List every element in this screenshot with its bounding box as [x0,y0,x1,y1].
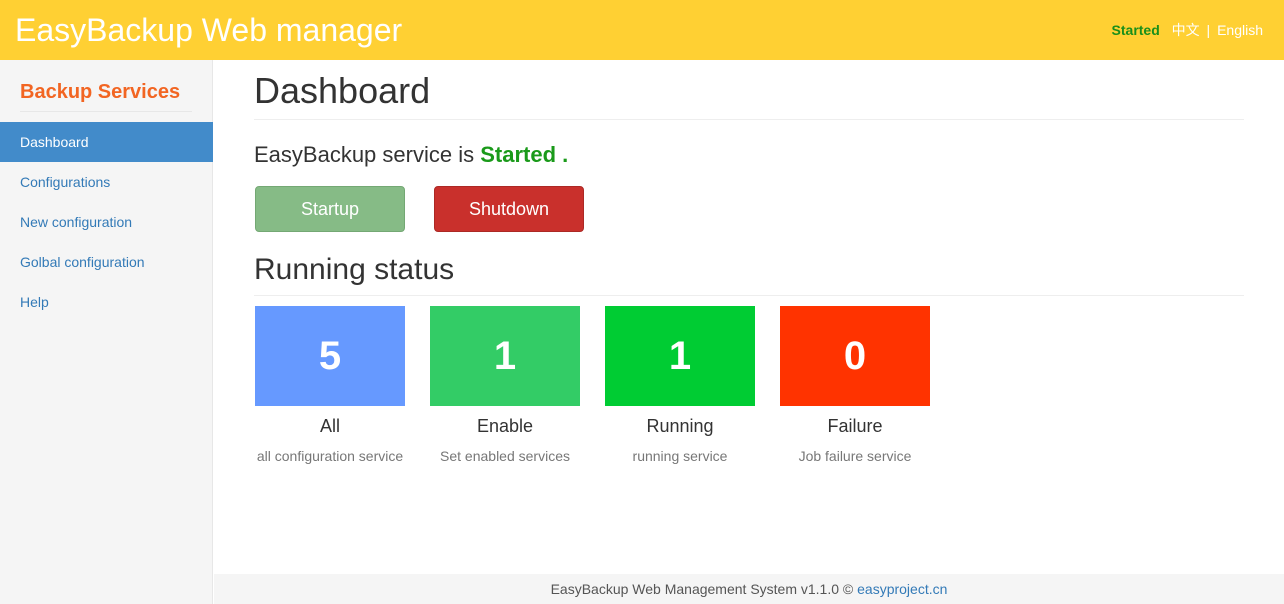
lang-english-link[interactable]: English [1217,22,1263,38]
footer-text: EasyBackup Web Management System v1.1.0 … [550,581,854,597]
stat-value-all: 5 [255,306,405,406]
stat-label-failure: Failure [827,416,883,436]
section-divider [254,295,1244,296]
stat-desc-enable: Set enabled services [440,448,570,464]
footer: EasyBackup Web Management System v1.1.0 … [214,574,1284,604]
sidebar-divider [20,111,192,112]
stat-desc-all: all configuration service [256,448,404,464]
service-status-prefix: EasyBackup service is [254,142,475,167]
sidebar-item-global-configuration[interactable]: Golbal configuration [0,242,213,282]
service-status-value: Started . [480,142,569,167]
sidebar-item-help[interactable]: Help [0,282,213,322]
sidebar-item-configurations[interactable]: Configurations [0,162,213,202]
stat-desc-failure: Job failure service [798,448,912,464]
top-navbar: EasyBackup Web manager Started 中文 | Engl… [0,0,1284,60]
lang-separator: | [1206,22,1211,38]
sidebar: Backup Services Dashboard Configurations… [0,60,213,604]
lang-chinese-link[interactable]: 中文 [1172,22,1200,38]
stat-card-all[interactable]: 5 All all configuration service [255,306,405,466]
stat-label-enable: Enable [476,416,534,436]
page-title: Dashboard [254,70,431,111]
startup-button[interactable]: Startup [255,186,405,232]
service-status-indicator: Started [1111,22,1160,38]
service-status-line: EasyBackup service is Started . [254,142,568,168]
sidebar-item-new-configuration[interactable]: New configuration [0,202,213,242]
stat-card-running[interactable]: 1 Running running service [605,306,755,466]
app-title[interactable]: EasyBackup Web manager [15,10,402,50]
stat-value-running: 1 [605,306,755,406]
sidebar-item-dashboard[interactable]: Dashboard [0,122,213,162]
top-right-bar: Started 中文 | English [1112,21,1263,39]
stat-card-failure[interactable]: 0 Failure Job failure service [780,306,930,466]
main-content: Dashboard EasyBackup service is Started … [214,60,1284,574]
sidebar-title: Backup Services [20,81,181,103]
stat-card-enable[interactable]: 1 Enable Set enabled services [430,306,580,466]
stat-value-enable: 1 [430,306,580,406]
sidebar-nav: Dashboard Configurations New configurati… [0,122,213,322]
running-status-title: Running status [254,253,455,286]
stat-desc-running: running service [632,448,728,464]
stat-value-failure: 0 [780,306,930,406]
stat-label-all: All [319,416,340,436]
stat-label-running: Running [646,416,714,436]
shutdown-button[interactable]: Shutdown [434,186,584,232]
footer-link[interactable]: easyproject.cn [857,581,947,597]
title-divider [254,119,1244,120]
